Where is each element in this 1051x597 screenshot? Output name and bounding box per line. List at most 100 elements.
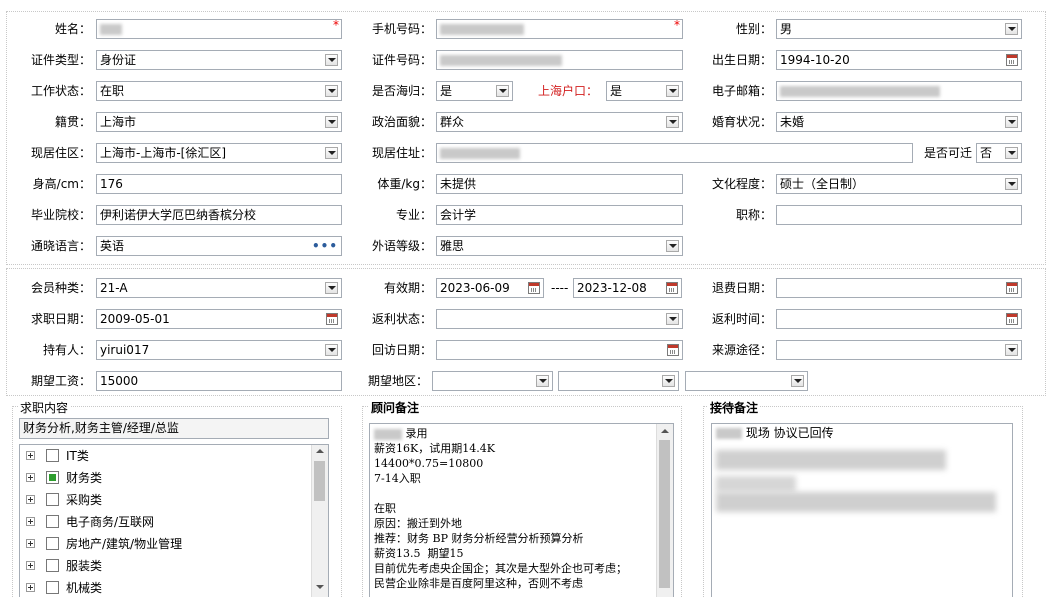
member-type-select[interactable]: 21-A (96, 278, 342, 298)
email-field[interactable] (776, 81, 1022, 101)
job-category-tree[interactable]: IT类 财务类 采购类 电子商务/互联网 房地产/建筑/物业管理 服装类 机械类 (19, 444, 329, 597)
chevron-down-icon[interactable] (1005, 116, 1018, 128)
validity-start-field[interactable]: 2023-06-09 (436, 278, 544, 298)
returnee-select[interactable]: 是 (436, 81, 513, 101)
job-title-field[interactable] (776, 205, 1022, 225)
chevron-down-icon[interactable] (666, 240, 679, 252)
height-field[interactable]: 176 (96, 174, 342, 194)
residence-area-select[interactable]: 上海市-上海市-[徐汇区] (96, 143, 342, 163)
expand-icon[interactable] (26, 495, 35, 504)
category-checkbox[interactable] (46, 581, 59, 594)
chevron-down-icon[interactable] (536, 375, 549, 387)
chevron-down-icon[interactable] (325, 116, 338, 128)
salary-field[interactable]: 15000 (96, 371, 342, 391)
region-province-select[interactable] (432, 371, 553, 391)
category-label: 房地产/建筑/物业管理 (66, 537, 183, 551)
chevron-down-icon[interactable] (666, 313, 679, 325)
category-checkbox[interactable] (46, 493, 59, 506)
calendar-icon[interactable] (326, 313, 338, 325)
calendar-icon[interactable] (667, 344, 679, 356)
reception-notes-textarea[interactable]: 现场 协议已回传 (711, 423, 1013, 597)
expand-icon[interactable] (26, 473, 35, 482)
member-type-label: 会员种类： (30, 281, 91, 295)
expand-icon[interactable] (26, 451, 35, 460)
idno-field[interactable] (436, 50, 683, 70)
birth-date-field[interactable]: 1994-10-20 (776, 50, 1022, 70)
major-field[interactable]: 会计学 (436, 205, 683, 225)
chevron-down-icon[interactable] (325, 344, 338, 356)
expand-icon[interactable] (26, 561, 35, 570)
chevron-down-icon[interactable] (325, 282, 338, 294)
region-city-select[interactable] (558, 371, 679, 391)
category-checkbox[interactable] (46, 471, 59, 484)
chevron-down-icon[interactable] (666, 116, 679, 128)
visit-date-field[interactable] (436, 340, 683, 360)
marital-select[interactable]: 未婚 (776, 112, 1022, 132)
political-select[interactable]: 群众 (436, 112, 683, 132)
category-checkbox[interactable] (46, 559, 59, 572)
phone-field[interactable]: * (436, 19, 683, 39)
job-intention-summary[interactable]: 财务分析,财务主管/经理/总监 (19, 418, 329, 439)
chevron-down-icon[interactable] (662, 375, 675, 387)
calendar-icon[interactable] (528, 282, 540, 294)
job-date-field[interactable]: 2009-05-01 (96, 309, 342, 329)
calendar-icon[interactable] (1006, 313, 1018, 325)
advisor-notes-scrollbar[interactable] (656, 424, 673, 597)
validity-end-field[interactable]: 2023-12-08 (573, 278, 682, 298)
advisor-notes-header: 顾问备注 (369, 399, 422, 416)
category-checkbox[interactable] (46, 449, 59, 462)
chevron-down-icon[interactable] (325, 85, 338, 97)
tree-scroll-thumb[interactable] (314, 461, 325, 501)
expand-icon[interactable] (26, 539, 35, 548)
advisor-note-text: 录用 (405, 427, 428, 440)
calendar-icon[interactable] (1006, 54, 1018, 66)
education-select[interactable]: 硕士（全日制） (776, 174, 1022, 194)
name-field[interactable]: * (96, 19, 342, 39)
source-select[interactable] (776, 340, 1022, 360)
more-icon[interactable]: ••• (312, 237, 338, 255)
advisor-note-line: 民营企业除非是百度阿里这种，否则不考虑 (374, 576, 669, 591)
expand-icon[interactable] (26, 583, 35, 592)
rebate-status-select[interactable] (436, 309, 683, 329)
work-status-select[interactable]: 在职 (96, 81, 342, 101)
idno-label: 证件号码： (371, 53, 432, 67)
chevron-down-icon[interactable] (496, 85, 509, 97)
advisor-note-line: 在职 (374, 501, 669, 516)
advisor-note-line: 原因：搬迁到外地 (374, 516, 669, 531)
relocate-select[interactable]: 否 (976, 143, 1022, 163)
advisor-note-text: 7-14入职 (374, 472, 421, 485)
chevron-down-icon[interactable] (325, 147, 338, 159)
rebate-time-field[interactable] (776, 309, 1022, 329)
hukou-select[interactable]: 是 (606, 81, 683, 101)
gender-select[interactable]: 男 (776, 19, 1022, 39)
chevron-down-icon[interactable] (666, 85, 679, 97)
idtype-select[interactable]: 身份证 (96, 50, 342, 70)
chevron-down-icon[interactable] (1005, 178, 1018, 190)
native-place-select[interactable]: 上海市 (96, 112, 342, 132)
school-field[interactable]: 伊利诺伊大学厄巴纳香槟分校 (96, 205, 342, 225)
chevron-down-icon[interactable] (1005, 147, 1018, 159)
advisor-scroll-thumb[interactable] (659, 440, 670, 588)
region-district-select[interactable] (685, 371, 808, 391)
language-level-select[interactable]: 雅思 (436, 236, 683, 256)
chevron-down-icon[interactable] (791, 375, 804, 387)
chevron-down-icon[interactable] (325, 54, 338, 66)
language-field[interactable]: 英语 ••• (96, 236, 342, 256)
expand-icon[interactable] (26, 517, 35, 526)
chevron-down-icon[interactable] (1005, 344, 1018, 356)
validity-label: 有效期： (383, 281, 432, 295)
returnee-label: 是否海归： (371, 84, 432, 98)
category-checkbox[interactable] (46, 515, 59, 528)
advisor-note-text: 民营企业除非是百度阿里这种，否则不考虑 (374, 577, 583, 590)
calendar-icon[interactable] (666, 282, 678, 294)
holder-label: 持有人： (42, 343, 91, 357)
weight-field[interactable]: 未提供 (436, 174, 683, 194)
category-checkbox[interactable] (46, 537, 59, 550)
refund-date-field[interactable] (776, 278, 1022, 298)
address-field[interactable] (436, 143, 913, 163)
tree-scrollbar[interactable] (311, 445, 328, 597)
chevron-down-icon[interactable] (1005, 23, 1018, 35)
advisor-notes-textarea[interactable]: 录用 薪资16K，试用期14.4K 14400*0.75=10800 7-14入职 在职… (369, 423, 674, 597)
holder-select[interactable]: yirui017 (96, 340, 342, 360)
calendar-icon[interactable] (1006, 282, 1018, 294)
